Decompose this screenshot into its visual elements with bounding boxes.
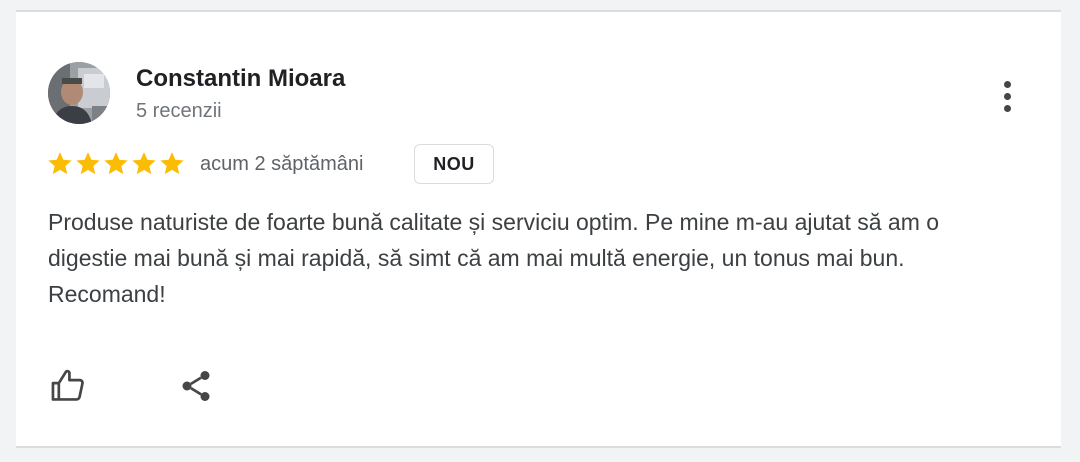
thumb-up-icon xyxy=(51,369,84,401)
like-button[interactable] xyxy=(46,364,90,408)
new-badge: NOU xyxy=(414,144,494,184)
share-button[interactable] xyxy=(174,364,218,408)
star-rating xyxy=(46,149,186,179)
star-icon xyxy=(132,152,156,175)
more-options-button[interactable] xyxy=(992,74,1022,118)
avatar-photo xyxy=(48,62,110,124)
star-icon xyxy=(48,152,72,175)
review-text: Produse naturiste de foarte bună calitat… xyxy=(48,209,940,307)
star-icon xyxy=(76,152,100,175)
review-card: Constantin Mioara 5 recenzii acum 2 săpt… xyxy=(16,10,1061,448)
reviewer-review-count[interactable]: 5 recenzii xyxy=(136,100,222,123)
star-icon xyxy=(160,152,184,175)
more-vert-icon-dot xyxy=(1003,92,1011,100)
share-icon xyxy=(182,371,210,401)
more-vert-icon-dot xyxy=(1003,80,1011,88)
more-vert-icon-dot xyxy=(1003,104,1011,112)
avatar[interactable] xyxy=(48,62,110,124)
review-time: acum 2 săptămâni xyxy=(200,153,364,175)
star-icon xyxy=(104,152,128,175)
reviewer-name[interactable]: Constantin Mioara xyxy=(136,65,345,93)
